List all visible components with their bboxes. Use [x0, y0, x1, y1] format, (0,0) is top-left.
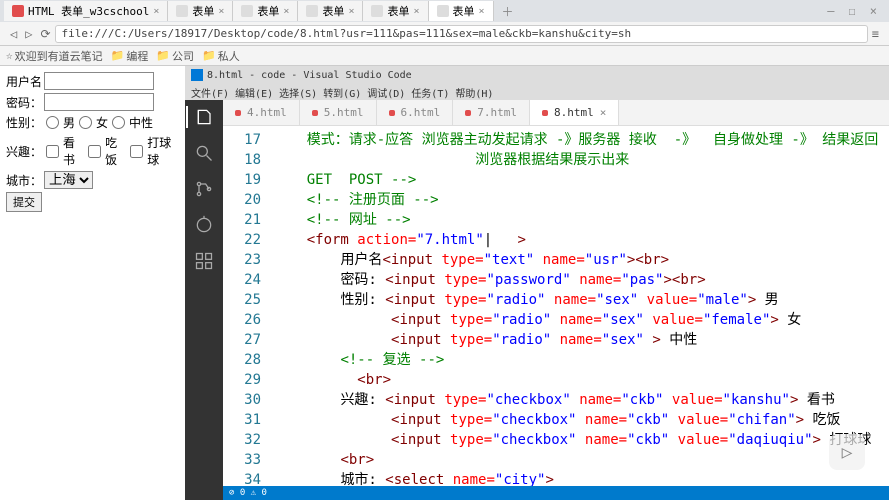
menu-task[interactable]: 任务(T) [411, 85, 449, 100]
menu-debug[interactable]: 调试(D) [367, 85, 405, 100]
menu-edit[interactable]: 编辑(E) [235, 85, 273, 100]
hobby-daqiu-checkbox[interactable] [130, 145, 143, 158]
sex-neutral-radio[interactable] [112, 116, 125, 129]
extensions-icon[interactable] [193, 250, 215, 272]
city-select[interactable]: 上海 [44, 171, 93, 189]
bookmark-folder[interactable]: 📁 编程 [111, 48, 149, 64]
minimize-icon[interactable]: — [827, 4, 834, 18]
debug-icon[interactable] [193, 214, 215, 236]
menu-icon[interactable]: ≡ [872, 27, 879, 41]
editor-tab[interactable]: 6.html [377, 100, 454, 125]
tab-title: HTML 表单_w3cschool [28, 3, 149, 19]
html-file-icon [389, 110, 395, 116]
favicon-icon [176, 5, 188, 17]
editor-tab-strip: 4.html 5.html 6.html 7.html 8.html× [223, 100, 889, 126]
browser-tab[interactable]: 表单 × [363, 1, 428, 21]
rendered-page: 用户名 密码： 性别： 男 女 中性 兴趣： 看书 吃饭 打球球 城市： 上海 … [0, 66, 185, 500]
status-bar: ⊘ 0 ⚠ 0 [223, 486, 889, 500]
vscode-menu-bar: 文件(F) 编辑(E) 选择(S) 转到(G) 调试(D) 任务(T) 帮助(H… [185, 84, 889, 100]
maximize-icon[interactable]: ☐ [849, 4, 856, 18]
close-icon[interactable]: × [218, 6, 224, 17]
editor-tab[interactable]: 5.html [300, 100, 377, 125]
status-problems[interactable]: ⊘ 0 ⚠ 0 [229, 488, 267, 498]
tab-title: 表单 [192, 3, 214, 19]
hobby-label: 兴趣： [6, 143, 42, 160]
sex-male-radio[interactable] [46, 116, 59, 129]
browser-tab[interactable]: HTML 表单_w3cschool × [4, 1, 168, 21]
close-icon[interactable]: × [348, 6, 354, 17]
close-icon[interactable]: × [153, 6, 159, 17]
forward-icon[interactable]: ▷ [25, 27, 32, 41]
activity-bar [185, 100, 223, 500]
window-controls: — ☐ × [827, 4, 889, 18]
favicon-icon [306, 5, 318, 17]
close-window-icon[interactable]: × [870, 4, 877, 18]
vscode-logo-icon [191, 69, 203, 81]
editor-tab[interactable]: 4.html [223, 100, 300, 125]
html-file-icon [235, 110, 241, 116]
refresh-icon[interactable]: ⟳ [40, 27, 50, 41]
menu-help[interactable]: 帮助(H) [455, 85, 493, 100]
code-editor[interactable]: 1718192021222324252627282930313233343536… [223, 126, 889, 486]
vscode-title-bar: 8.html - code - Visual Studio Code [185, 66, 889, 84]
menu-select[interactable]: 选择(S) [279, 85, 317, 100]
tab-title: 表单 [387, 3, 409, 19]
address-bar: ◁ ▷ ⟳ ≡ [0, 22, 889, 46]
bookmark-star-icon[interactable]: ☆ 欢迎到有道云笔记 [6, 48, 103, 64]
sex-label: 性别： [6, 114, 42, 131]
vscode-window: 8.html - code - Visual Studio Code 文件(F)… [185, 66, 889, 500]
browser-tab-active[interactable]: 表单 × [429, 1, 494, 21]
tab-title: 表单 [257, 3, 279, 19]
back-icon[interactable]: ◁ [10, 27, 17, 41]
close-icon[interactable]: × [413, 6, 419, 17]
html-file-icon [542, 110, 548, 116]
tab-title: 表单 [453, 3, 475, 19]
bookmark-folder[interactable]: 📁 私人 [202, 48, 240, 64]
line-gutter: 1718192021222324252627282930313233343536… [223, 126, 273, 486]
hobby-kanshu-checkbox[interactable] [46, 145, 59, 158]
html-file-icon [465, 110, 471, 116]
browser-tab[interactable]: 表单 × [233, 1, 298, 21]
browser-tab-strip: HTML 表单_w3cschool × 表单 × 表单 × 表单 × 表单 × 表单 × ＋… [0, 0, 889, 22]
sex-female-radio[interactable] [79, 116, 92, 129]
bookmarks-bar: ☆ 欢迎到有道云笔记 📁 编程 📁 公司 📁 私人 [0, 46, 889, 66]
favicon-icon [437, 5, 449, 17]
new-tab-button[interactable]: ＋ [494, 3, 522, 20]
favicon-icon [241, 5, 253, 17]
code-content[interactable]: 模式：请求-应答 浏览器主动发起请求 -》服务器 接收 -》 自身做处理 -》 … [273, 126, 889, 486]
editor-tab-active[interactable]: 8.html× [530, 100, 619, 125]
city-label: 城市： [6, 172, 42, 189]
hobby-chifan-checkbox[interactable] [88, 145, 101, 158]
username-input[interactable] [44, 72, 154, 90]
password-input[interactable] [44, 93, 154, 111]
close-icon[interactable]: × [479, 6, 485, 17]
url-input[interactable] [55, 25, 868, 43]
editor-group: 4.html 5.html 6.html 7.html 8.html× 1718… [223, 100, 889, 500]
source-control-icon[interactable] [193, 178, 215, 200]
search-icon[interactable] [193, 142, 215, 164]
favicon-icon [371, 5, 383, 17]
menu-goto[interactable]: 转到(G) [323, 85, 361, 100]
submit-button[interactable]: 提交 [6, 192, 42, 212]
html-file-icon [312, 110, 318, 116]
menu-file[interactable]: 文件(F) [191, 85, 229, 100]
editor-tab[interactable]: 7.html [453, 100, 530, 125]
browser-tab[interactable]: 表单 × [168, 1, 233, 21]
favicon-icon [12, 5, 24, 17]
explorer-icon[interactable] [186, 106, 222, 128]
video-play-overlay-icon[interactable]: ▷ [829, 434, 865, 470]
bookmark-folder[interactable]: 📁 公司 [156, 48, 194, 64]
browser-tab[interactable]: 表单 × [298, 1, 363, 21]
username-label: 用户名 [6, 73, 42, 90]
tab-title: 表单 [322, 3, 344, 19]
close-icon[interactable]: × [600, 106, 607, 119]
close-icon[interactable]: × [283, 6, 289, 17]
password-label: 密码： [6, 94, 42, 111]
